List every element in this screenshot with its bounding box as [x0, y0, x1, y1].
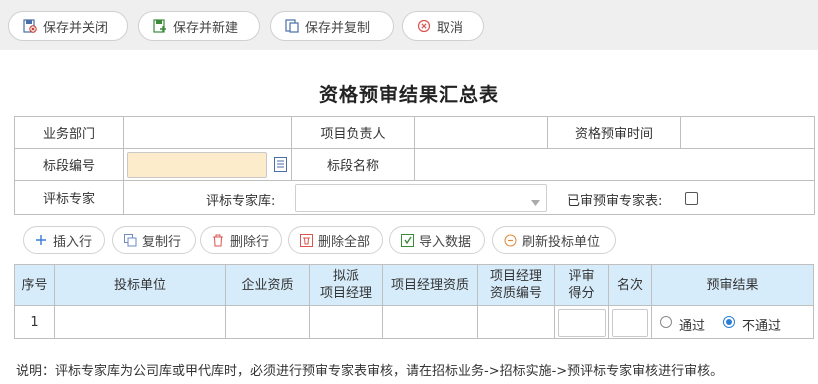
import-data-button[interactable]: 导入数据 [389, 226, 485, 254]
row-qualification[interactable] [225, 305, 310, 339]
header-qualification: 企业资质 [225, 264, 310, 306]
section-no-label: 标段编号 [14, 148, 124, 181]
save-copy-label: 保存并复制 [305, 20, 371, 36]
expert-label: 评标专家 [14, 180, 124, 215]
header-rank: 名次 [608, 264, 652, 306]
section-name-label: 标段名称 [291, 148, 415, 181]
library-label: 评标专家库: [206, 194, 276, 209]
fail-label: 不通过 [742, 319, 782, 334]
copy-row-label: 复制行 [142, 234, 182, 250]
manager-field[interactable] [414, 116, 548, 149]
delete-all-icon [299, 233, 313, 247]
manager-label: 项目负责人 [291, 116, 415, 149]
header-score: 评审 得分 [554, 264, 609, 306]
save-new-button[interactable]: 保存并新建 [138, 11, 260, 41]
refresh-icon [503, 233, 517, 247]
header-pm-qual: 项目经理资质 [382, 264, 478, 306]
refresh-units-label: 刷新投标单位 [522, 234, 601, 250]
reviewed-label: 已审预审专家表: [567, 194, 663, 209]
refresh-units-button[interactable]: 刷新投标单位 [492, 226, 616, 254]
copy-row-button[interactable]: 复制行 [112, 226, 196, 254]
row-score-cell [554, 305, 609, 339]
insert-row-button[interactable]: 插入行 [23, 226, 105, 254]
section-no-cell [123, 148, 292, 181]
header-pm: 拟派 项目经理 [309, 264, 383, 306]
dept-label: 业务部门 [14, 116, 124, 149]
row-seq: 1 [14, 305, 55, 339]
dept-field[interactable] [123, 116, 292, 149]
import-icon [400, 233, 414, 247]
save-close-label: 保存并关闭 [43, 20, 109, 36]
page-title: 资格预审结果汇总表 [318, 84, 499, 106]
score-input[interactable] [558, 309, 606, 337]
chevron-down-icon [531, 195, 540, 210]
pass-label: 通过 [679, 319, 706, 334]
row-bidder[interactable] [54, 305, 226, 339]
header-pm-qual-no-line2: 资质编号 [489, 286, 542, 301]
note-text: 说明：评标专家库为公司库或甲代库时，必须进行预审专家表审核，请在招标业务->招标… [16, 364, 724, 379]
save-copy-button[interactable]: 保存并复制 [270, 11, 394, 41]
import-data-label: 导入数据 [419, 234, 472, 250]
list-icon[interactable] [274, 157, 287, 176]
save-close-icon [23, 19, 37, 33]
insert-row-label: 插入行 [53, 234, 93, 250]
fail-radio[interactable] [723, 316, 735, 328]
header-pm-qual-no: 项目经理 资质编号 [477, 264, 555, 306]
trash-icon [211, 233, 225, 247]
copy-icon [123, 233, 137, 247]
cancel-icon [417, 19, 431, 33]
toolbar: 保存并关闭 保存并新建 保存并复制 取消 [0, 0, 818, 50]
library-select[interactable] [295, 184, 547, 212]
expert-row: 评标专家库: 已审预审专家表: [123, 180, 815, 215]
section-name-field[interactable] [414, 148, 815, 181]
delete-all-label: 删除全部 [318, 234, 371, 250]
row-pm[interactable] [309, 305, 383, 339]
header-score-line2: 得分 [568, 286, 595, 301]
cancel-button[interactable]: 取消 [402, 11, 484, 41]
row-pm-qual[interactable] [382, 305, 478, 339]
row-result-cell: 通过 不通过 [651, 305, 814, 339]
delete-row-button[interactable]: 删除行 [200, 226, 282, 254]
header-pm-qual-no-line1: 项目经理 [489, 269, 542, 284]
header-bidder: 投标单位 [54, 264, 226, 306]
header-pm-line2: 项目经理 [319, 286, 372, 301]
time-label: 资格预审时间 [547, 116, 681, 149]
header-pm-line1: 拟派 [332, 269, 359, 284]
save-new-icon [153, 19, 167, 33]
reviewed-checkbox[interactable] [685, 192, 698, 205]
rank-input[interactable] [612, 309, 648, 337]
delete-all-button[interactable]: 删除全部 [288, 226, 383, 254]
row-pm-qual-no[interactable] [477, 305, 555, 339]
save-new-label: 保存并新建 [173, 20, 239, 36]
time-field[interactable] [680, 116, 815, 149]
save-close-button[interactable]: 保存并关闭 [8, 11, 128, 41]
pass-radio[interactable] [660, 316, 672, 328]
cancel-label: 取消 [437, 20, 464, 36]
delete-row-label: 删除行 [230, 234, 270, 250]
header-score-line1: 评审 [568, 269, 595, 284]
plus-icon [34, 233, 48, 247]
save-copy-icon [285, 19, 299, 33]
header-result: 预审结果 [651, 264, 814, 306]
row-rank-cell [608, 305, 652, 339]
header-seq: 序号 [14, 264, 55, 306]
section-no-input[interactable] [127, 152, 267, 178]
